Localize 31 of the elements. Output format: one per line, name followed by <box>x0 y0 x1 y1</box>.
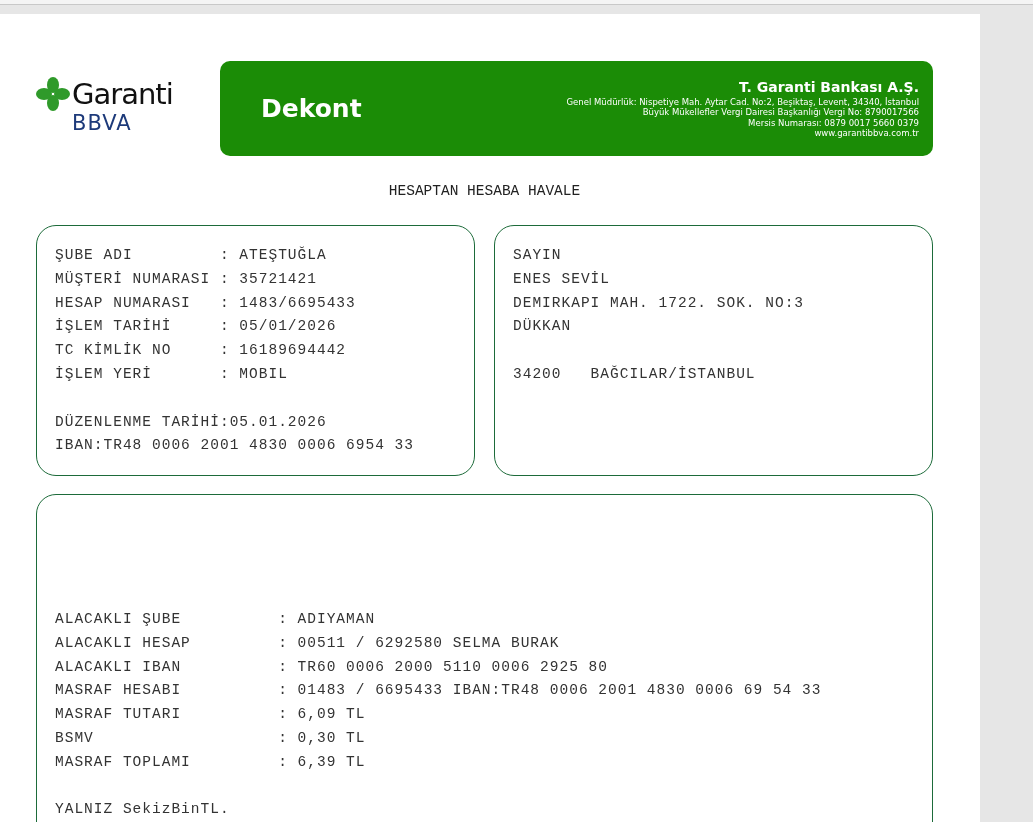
logo-subtitle: BBVA <box>72 113 133 134</box>
bank-info-line: Genel Müdürlük: Nispetiye Mah. Aytar Cad. No:2, Beşiktaş, Levent, 34340, İstanbul <box>566 96 919 107</box>
text-line: ALACAKLI IBAN : TR60 0006 2000 5110 0006 2925 80 <box>55 657 609 677</box>
text-line: HESAP NUMARASI : 1483/6695433 <box>55 293 357 313</box>
text-line: ENES SEVİL <box>513 269 611 289</box>
text-line: SAYIN <box>513 246 563 265</box>
text-line: ALACAKLI HESAP : 00511 / 6292580 SELMA BURAK <box>55 633 561 653</box>
text-line: 34200 BAĞCILAR/İSTANBUL <box>513 364 757 384</box>
text-line: ALACAKLI ŞUBE : ADIYAMAN <box>55 610 377 629</box>
bank-name: T. Garanti Bankası A.Ş. <box>739 78 919 95</box>
logo-name: Garanti <box>72 79 173 109</box>
clover-icon <box>36 75 70 113</box>
text-line: İŞLEM TARİHİ : 05/01/2026 <box>55 317 338 337</box>
text-line: YALNIZ SekizBinTL. <box>55 800 231 820</box>
text-line: BSMV : 0,30 TL <box>55 729 367 748</box>
text-line: MASRAF HESABI : 01483 / 6695433 IBAN:TR48 0006 2001 4830 0006 69 54 33 <box>55 681 823 701</box>
text-line: TC KİMLİK NO : 16189694442 <box>55 341 348 361</box>
text-line: DEMIRKAPI MAH. 1722. SOK. NO:3 <box>513 293 806 313</box>
text-line: ŞUBE ADI : ATEŞTUĞLA <box>55 245 328 265</box>
document-title: Dekont <box>261 94 362 123</box>
text-line: MÜŞTERİ NUMARASI : 35721421 <box>55 269 318 289</box>
text-line: MASRAF TOPLAMI : 6,39 TL <box>55 752 367 772</box>
bank-info-line: www.garantibbva.com.tr <box>814 128 919 139</box>
bank-info-line: Büyük Mükellefler Vergi Dairesi Başkanlığı Vergi No: 8790017566 <box>642 107 919 118</box>
bank-info-line: Mersis Numarası: 0879 0017 5660 0379 <box>748 117 919 128</box>
text-line: MASRAF TUTARI : 6,09 TL <box>55 705 367 725</box>
text-line: IBAN:TR48 0006 2001 4830 0006 6954 33 <box>55 436 415 456</box>
text-line: DÜKKAN <box>513 317 573 337</box>
text-line: İŞLEM YERİ : MOBIL <box>55 365 289 384</box>
transaction-heading: HESAPTAN HESABA HAVALE <box>387 183 582 199</box>
text-line: DÜZENLENME TARİHİ:05.01.2026 <box>55 412 328 432</box>
